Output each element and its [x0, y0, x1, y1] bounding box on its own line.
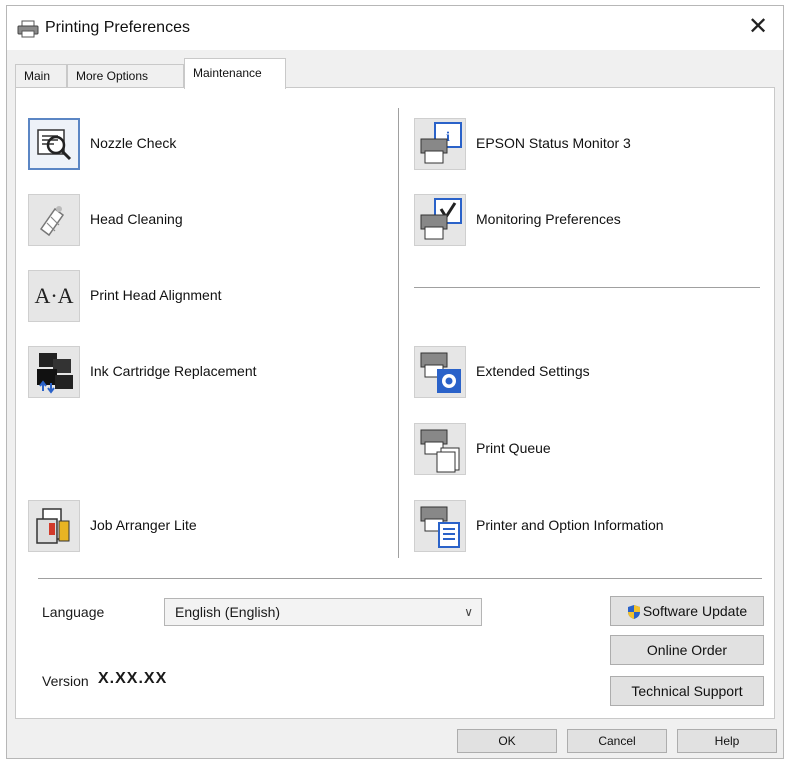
maintenance-panel: Nozzle Check Head Cleaning A·A Print Hea…: [15, 87, 775, 719]
epson-status-monitor-tool[interactable]: i EPSON Status Monitor 3: [414, 118, 754, 170]
window-title: Printing Preferences: [45, 19, 190, 36]
software-update-label: Software Update: [642, 603, 748, 619]
printer-option-information-label: Printer and Option Information: [476, 517, 664, 533]
tab-maintenance[interactable]: Maintenance: [184, 58, 286, 89]
right-divider: [414, 287, 760, 288]
job-arranger-lite-tool[interactable]: Job Arranger Lite: [28, 500, 368, 552]
monitoring-preferences-icon: [414, 194, 466, 246]
version-label: Version: [42, 673, 89, 689]
nozzle-check-icon: [28, 118, 80, 170]
head-alignment-icon: A·A: [28, 270, 80, 322]
printer-option-information-tool[interactable]: Printer and Option Information: [414, 500, 754, 552]
print-queue-tool[interactable]: Print Queue: [414, 423, 754, 475]
software-update-button[interactable]: Software Update: [610, 596, 764, 626]
chevron-down-icon: ∨: [464, 605, 473, 619]
head-cleaning-label: Head Cleaning: [90, 211, 183, 227]
printing-preferences-window: Printing Preferences ✕ Main More Options…: [6, 5, 784, 759]
ink-cartridge-icon: [28, 346, 80, 398]
ok-button[interactable]: OK: [457, 729, 557, 753]
title-bar: Printing Preferences ✕: [7, 6, 783, 50]
head-cleaning-tool[interactable]: Head Cleaning: [28, 194, 368, 246]
printer-info-icon: [414, 500, 466, 552]
close-button[interactable]: ✕: [741, 12, 775, 44]
vertical-divider: [398, 108, 399, 558]
technical-support-button[interactable]: Technical Support: [610, 676, 764, 706]
printer-icon: [17, 20, 39, 38]
bottom-divider: [38, 578, 762, 579]
cancel-button[interactable]: Cancel: [567, 729, 667, 753]
print-head-alignment-tool[interactable]: A·A Print Head Alignment: [28, 270, 368, 322]
print-head-alignment-label: Print Head Alignment: [90, 287, 222, 303]
help-button[interactable]: Help: [677, 729, 777, 753]
extended-settings-label: Extended Settings: [476, 363, 590, 379]
extended-settings-icon: [414, 346, 466, 398]
language-select[interactable]: English (English) ∨: [164, 598, 482, 626]
tab-main[interactable]: Main: [15, 64, 67, 88]
online-order-button[interactable]: Online Order: [610, 635, 764, 665]
language-value: English (English): [175, 604, 281, 620]
print-queue-icon: [414, 423, 466, 475]
nozzle-check-tool[interactable]: Nozzle Check: [28, 118, 368, 170]
shield-icon: [627, 605, 640, 620]
language-label: Language: [42, 604, 105, 620]
monitoring-preferences-tool[interactable]: Monitoring Preferences: [414, 194, 754, 246]
monitoring-preferences-label: Monitoring Preferences: [476, 211, 621, 227]
epson-status-monitor-label: EPSON Status Monitor 3: [476, 135, 631, 151]
tab-more-options[interactable]: More Options: [67, 64, 184, 88]
extended-settings-tool[interactable]: Extended Settings: [414, 346, 754, 398]
print-queue-label: Print Queue: [476, 440, 551, 456]
status-monitor-icon: i: [414, 118, 466, 170]
head-cleaning-icon: [28, 194, 80, 246]
job-arranger-icon: [28, 500, 80, 552]
nozzle-check-label: Nozzle Check: [90, 135, 177, 151]
ink-cartridge-replacement-tool[interactable]: Ink Cartridge Replacement: [28, 346, 368, 398]
version-value: X.XX.XX: [98, 670, 168, 687]
ink-cartridge-replacement-label: Ink Cartridge Replacement: [90, 363, 257, 379]
job-arranger-lite-label: Job Arranger Lite: [90, 517, 197, 533]
